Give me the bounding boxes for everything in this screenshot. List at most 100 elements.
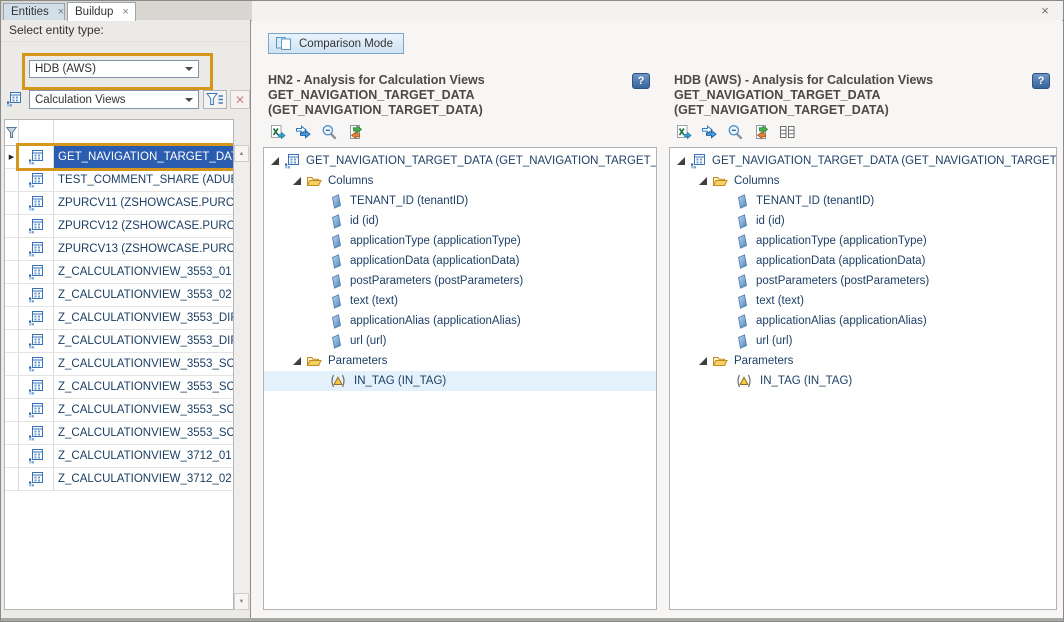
list-item[interactable]: ZPURCV11 (ZSHOWCASE.PURCHASIN: [5, 192, 233, 215]
tree-leaf-node[interactable]: IN_TAG (IN_TAG): [264, 371, 656, 391]
row-gutter: [5, 445, 19, 467]
scroll-up-icon[interactable]: ▲: [234, 145, 249, 162]
list-item[interactable]: Z_CALCULATIONVIEW_3553_02 (ZSF: [5, 284, 233, 307]
list-item[interactable]: Z_CALCULATIONVIEW_3712_01 (ZSF: [5, 445, 233, 468]
tree-leaf-node[interactable]: applicationData (applicationData): [264, 251, 656, 271]
row-gutter: [5, 169, 19, 191]
tree-leaf-node[interactable]: text (text): [264, 291, 656, 311]
expanded-arrow-icon[interactable]: [293, 177, 301, 185]
tree-node-label: text (text): [756, 295, 804, 307]
row-gutter: [5, 215, 19, 237]
analysis-tree: GET_NAVIGATION_TARGET_DATA (GET_NAVIGATI…: [669, 147, 1057, 610]
tree-leaf-node[interactable]: url (url): [670, 331, 1056, 351]
scroll-down-icon[interactable]: ▼: [234, 593, 249, 610]
tree-folder-node[interactable]: Parameters: [264, 351, 656, 371]
calculation-view-icon: [19, 146, 54, 168]
list-item[interactable]: Z_CALCULATIONVIEW_3712_02 (ZSF: [5, 468, 233, 491]
list-item-label: Z_CALCULATIONVIEW_3553_SCRIPT: [54, 353, 233, 375]
list-item-label: GET_NAVIGATION_TARGET_DATA (s: [54, 146, 233, 168]
calculation-view-icon: [19, 422, 54, 444]
tree-leaf-node[interactable]: applicationData (applicationData): [670, 251, 1056, 271]
tree-node-label: applicationType (applicationType): [350, 235, 521, 247]
tree-root-node[interactable]: GET_NAVIGATION_TARGET_DATA (GET_NAVIGATI…: [670, 151, 1056, 171]
list-item[interactable]: Z_CALCULATIONVIEW_3553_SCRIPT: [5, 353, 233, 376]
tree-leaf-node[interactable]: text (text): [670, 291, 1056, 311]
tree-node-label: applicationData (applicationData): [350, 255, 519, 267]
list-item[interactable]: Z_CALCULATIONVIEW_3553_SCRIPT: [5, 422, 233, 445]
entity-type-dropdown[interactable]: HDB (AWS): [29, 60, 199, 78]
list-item[interactable]: Z_CALCULATIONVIEW_3553_DIRECT: [5, 330, 233, 353]
expanded-arrow-icon[interactable]: [699, 357, 707, 365]
filter-text-cell[interactable]: [54, 120, 233, 145]
tree-leaf-node[interactable]: TENANT_ID (tenantID): [264, 191, 656, 211]
list-item-label: TEST_COMMENT_SHARE (ADUERRST: [54, 169, 233, 191]
tree-folder-node[interactable]: Parameters: [670, 351, 1056, 371]
column-icon: [328, 233, 344, 249]
column-icon: [734, 273, 750, 289]
expanded-arrow-icon[interactable]: [293, 357, 301, 365]
row-gutter: ▶: [5, 146, 19, 168]
tree-leaf-node[interactable]: TENANT_ID (tenantID): [670, 191, 1056, 211]
panel-title: HDB (AWS) - Analysis for Calculation Vie…: [674, 73, 1039, 118]
tree-node-label: id (id): [756, 215, 785, 227]
tab-close-icon[interactable]: ×: [122, 7, 128, 18]
grid-view-icon[interactable]: [778, 123, 796, 141]
export-excel-icon[interactable]: [268, 123, 286, 141]
clear-filter-button[interactable]: ✕: [230, 90, 250, 109]
sync-document-icon[interactable]: [346, 123, 364, 141]
tree-leaf-node[interactable]: postParameters (postParameters): [264, 271, 656, 291]
list-item[interactable]: ZPURCV13 (ZSHOWCASE.PURCHASIN: [5, 238, 233, 261]
tree-leaf-node[interactable]: applicationType (applicationType): [264, 231, 656, 251]
funnel-lines-icon: [206, 92, 224, 107]
window-close-icon[interactable]: ×: [1038, 3, 1052, 17]
expanded-arrow-icon[interactable]: [677, 157, 685, 165]
expanded-arrow-icon[interactable]: [271, 157, 279, 165]
view-type-dropdown[interactable]: Calculation Views: [29, 90, 199, 109]
list-item-label: Z_CALCULATIONVIEW_3553_02 (ZSF: [54, 284, 233, 306]
tree-folder-node[interactable]: Columns: [670, 171, 1056, 191]
tree-leaf-node[interactable]: IN_TAG (IN_TAG): [670, 371, 1056, 391]
tree-leaf-node[interactable]: url (url): [264, 331, 656, 351]
tree-leaf-node[interactable]: applicationType (applicationType): [670, 231, 1056, 251]
list-item-label: Z_CALCULATIONVIEW_3553_SCRIPT: [54, 376, 233, 398]
list-item[interactable]: Z_CALCULATIONVIEW_3553_01 (ZSF: [5, 261, 233, 284]
sync-document-icon[interactable]: [752, 123, 770, 141]
list-item-label: Z_CALCULATIONVIEW_3553_DIRECT: [54, 330, 233, 352]
list-item[interactable]: TEST_COMMENT_SHARE (ADUERRST: [5, 169, 233, 192]
list-item[interactable]: Z_CALCULATIONVIEW_3553_SCRIPT: [5, 399, 233, 422]
tree-node-label: Columns: [328, 175, 373, 187]
tab-close-icon[interactable]: ×: [58, 7, 64, 18]
list-item[interactable]: ▶ GET_NAVIGATION_TARGET_DATA (s: [5, 146, 233, 169]
tree-leaf-node[interactable]: applicationAlias (applicationAlias): [670, 311, 1056, 331]
list-item[interactable]: Z_CALCULATIONVIEW_3553_DIRECT: [5, 307, 233, 330]
filter-button[interactable]: [203, 90, 227, 109]
expanded-arrow-icon[interactable]: [699, 177, 707, 185]
comparison-mode-button[interactable]: Comparison Mode: [268, 33, 404, 54]
zoom-out-icon[interactable]: [320, 123, 338, 141]
list-item-label: ZPURCV11 (ZSHOWCASE.PURCHASIN: [54, 192, 233, 214]
tree-leaf-node[interactable]: id (id): [264, 211, 656, 231]
tree-leaf-node[interactable]: applicationAlias (applicationAlias): [264, 311, 656, 331]
calculation-view-icon: [19, 261, 54, 283]
list-item-label: Z_CALCULATIONVIEW_3553_SCRIPT: [54, 399, 233, 421]
calculation-view-icon: [19, 376, 54, 398]
help-icon[interactable]: ?: [1032, 73, 1050, 89]
filter-icon-cell[interactable]: [19, 120, 54, 145]
transfer-arrows-icon[interactable]: [294, 123, 312, 141]
tree-leaf-node[interactable]: postParameters (postParameters): [670, 271, 1056, 291]
tab-buildup[interactable]: Buildup ×: [67, 2, 136, 21]
list-item[interactable]: ZPURCV12 (ZSHOWCASE.PURCHASIN: [5, 215, 233, 238]
export-excel-icon[interactable]: [674, 123, 692, 141]
transfer-arrows-icon[interactable]: [700, 123, 718, 141]
list-scrollbar[interactable]: ▲ ▼: [234, 145, 249, 610]
help-icon[interactable]: ?: [632, 73, 650, 89]
column-icon: [328, 313, 344, 329]
tree-root-node[interactable]: GET_NAVIGATION_TARGET_DATA (GET_NAVIGATI…: [264, 151, 656, 171]
zoom-out-icon[interactable]: [726, 123, 744, 141]
tab-entities[interactable]: Entities ×: [3, 3, 65, 20]
list-filter-row[interactable]: [5, 120, 233, 146]
comparison-mode-label: Comparison Mode: [299, 38, 393, 50]
tree-leaf-node[interactable]: id (id): [670, 211, 1056, 231]
list-item[interactable]: Z_CALCULATIONVIEW_3553_SCRIPT: [5, 376, 233, 399]
tree-folder-node[interactable]: Columns: [264, 171, 656, 191]
